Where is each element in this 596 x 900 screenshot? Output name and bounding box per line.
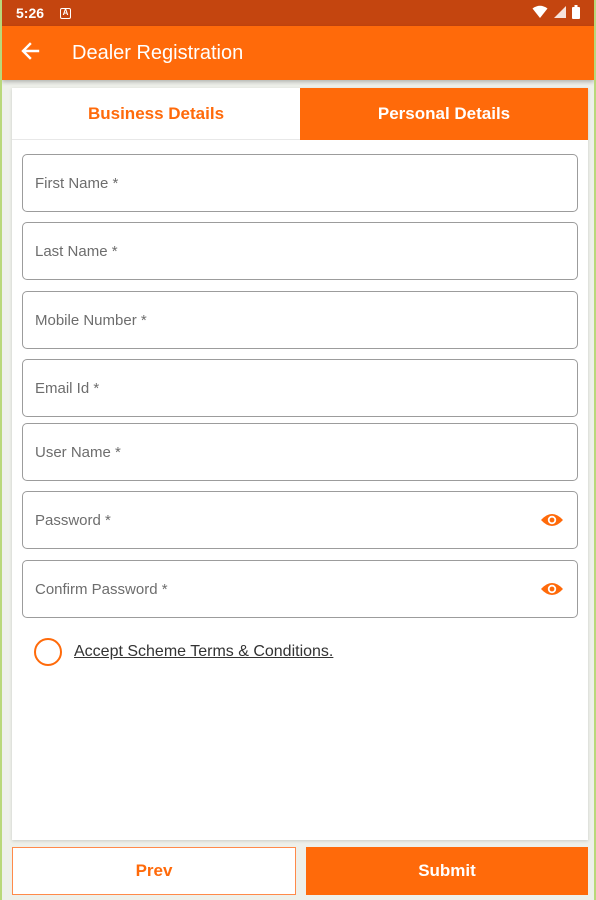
terms-radio[interactable] [34, 638, 62, 666]
confirm-password-field[interactable]: Confirm Password * [22, 560, 578, 618]
arrow-left-icon [20, 41, 40, 66]
password-label: Password * [35, 511, 111, 529]
battery-icon [572, 4, 580, 22]
status-time: 5:26 [16, 5, 45, 21]
last-name-label: Last Name * [35, 242, 118, 260]
eye-icon[interactable] [539, 576, 565, 602]
app-bar: Dealer Registration [2, 26, 594, 80]
tab-bar: Business Details Personal Details [12, 88, 588, 140]
user-name-field[interactable]: User Name * [22, 423, 578, 481]
page-title: Dealer Registration [72, 41, 244, 64]
confirm-password-label: Confirm Password * [35, 580, 168, 598]
password-field[interactable]: Password * [22, 491, 578, 549]
first-name-field[interactable]: First Name * [22, 154, 578, 212]
signal-icon [554, 5, 566, 21]
submit-button[interactable]: Submit [306, 847, 588, 895]
status-bar: 5:26 A [2, 0, 594, 26]
email-field[interactable]: Email Id * [22, 359, 578, 417]
terms-link[interactable]: Accept Scheme Terms & Conditions. [74, 643, 333, 661]
back-button[interactable] [2, 26, 58, 80]
first-name-label: First Name * [35, 174, 119, 192]
a-badge-icon: A [60, 7, 72, 19]
tab-business-details[interactable]: Business Details [12, 88, 300, 140]
tab-personal-details[interactable]: Personal Details [300, 88, 588, 140]
last-name-field[interactable]: Last Name * [22, 222, 578, 280]
mobile-number-field[interactable]: Mobile Number * [22, 291, 578, 349]
registration-card: Business Details Personal Details First … [12, 88, 588, 840]
status-left: 5:26 A [16, 5, 72, 21]
user-name-label: User Name * [35, 443, 121, 461]
terms-row: Accept Scheme Terms & Conditions. [34, 638, 333, 666]
wifi-icon [532, 5, 548, 22]
email-label: Email Id * [35, 379, 100, 397]
prev-button[interactable]: Prev [12, 847, 296, 895]
mobile-number-label: Mobile Number * [35, 311, 147, 329]
eye-icon[interactable] [539, 507, 565, 533]
status-right [532, 4, 580, 22]
app-screen: 5:26 A Dealer Registration Business Deta… [0, 0, 596, 900]
